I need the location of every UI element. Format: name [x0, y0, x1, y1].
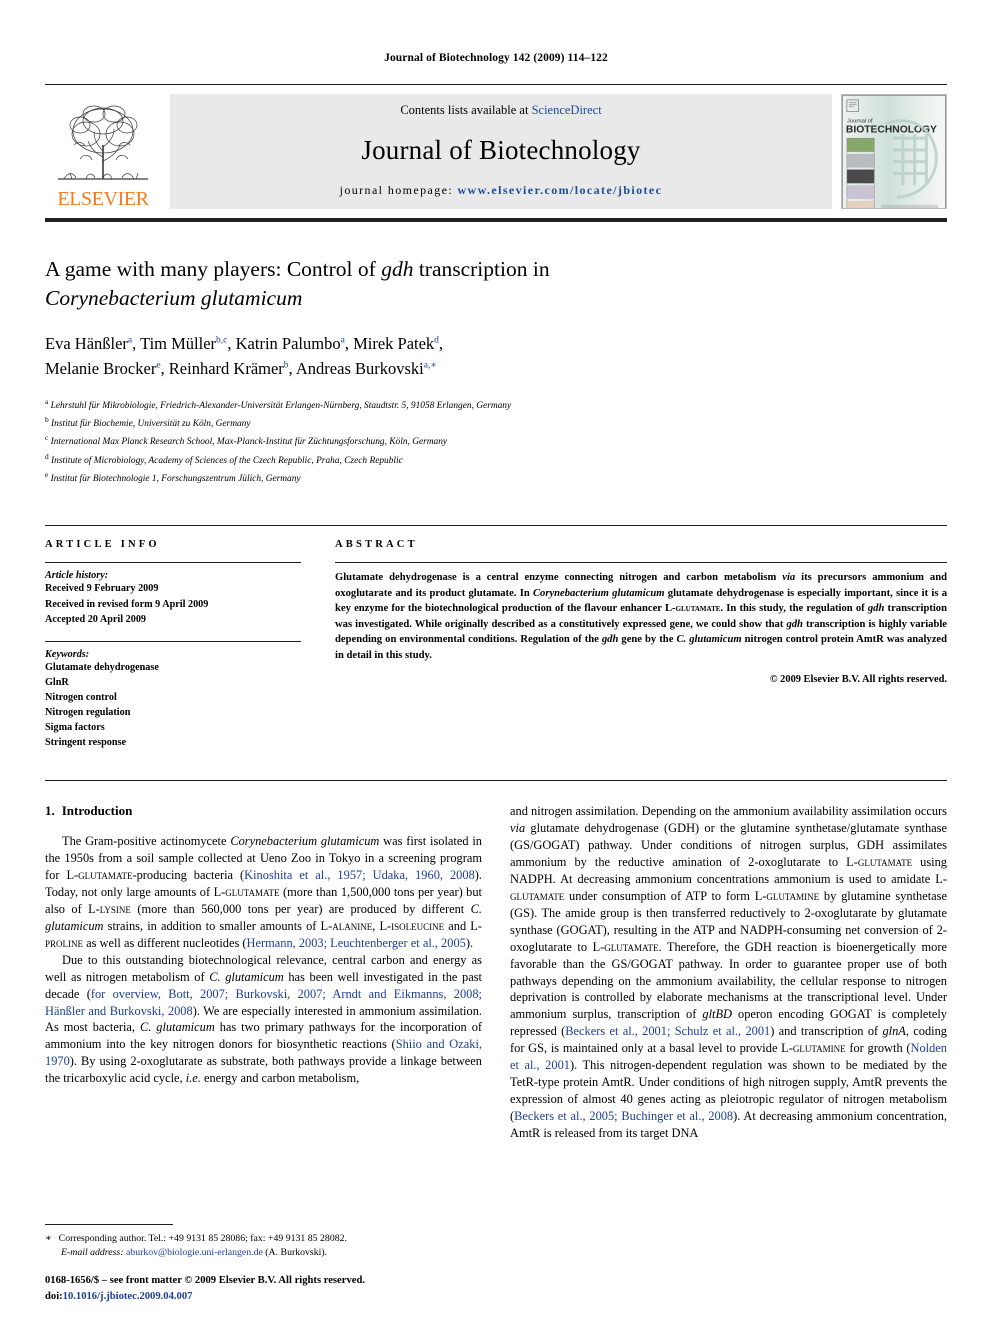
affiliation-marker: a: [45, 396, 49, 406]
affiliation-text: Lehrstuhl für Mikrobiologie, Friedrich-A…: [50, 400, 512, 411]
doi-link[interactable]: 10.1016/j.jbiotec.2009.04.007: [63, 1291, 193, 1302]
title-part-1: A game with many players: Control of: [45, 257, 382, 281]
affiliation-item: d Institute of Microbiology, Academy of …: [45, 451, 947, 469]
corresponding-author-note: ∗ Corresponding author. Tel.: +49 9131 85…: [45, 1232, 485, 1261]
footnote-rule: [45, 1223, 173, 1225]
body-region: 1. Introduction The Gram-positive actinom…: [45, 780, 947, 1141]
elsevier-wordmark: ELSEVIER: [57, 188, 149, 210]
affiliation-text: Institut für Biotechnologie 1, Forschung…: [50, 474, 301, 485]
imprint-region: 0168-1656/$ – see front matter © 2009 El…: [45, 1273, 525, 1305]
affiliation-marker: b: [45, 415, 49, 425]
section-heading-introduction: 1. Introduction: [45, 803, 482, 819]
author-list: Eva Hänßlera, Tim Müllerb,c, Katrin Palu…: [45, 332, 947, 382]
abstract-divider: [335, 562, 947, 564]
article-history-received: Received 9 February 2009: [45, 583, 159, 595]
masthead-bottom-rule: [45, 218, 947, 222]
email-label: E-mail address:: [61, 1247, 124, 1259]
article-history-label: Article history:: [45, 570, 109, 582]
article-history-accepted: Accepted 20 April 2009: [45, 613, 147, 625]
author[interactable]: Reinhard Krämerb: [169, 359, 289, 378]
keywords-label: Keywords:: [45, 648, 90, 660]
author[interactable]: Andreas Burkovskia,∗: [296, 359, 437, 378]
keyword-item: Glutamate dehydrogenase: [45, 661, 159, 673]
keyword-item: Nitrogen control: [45, 691, 117, 703]
paragraph: Due to this outstanding biotechnological…: [45, 952, 483, 1086]
doi-label: doi:: [45, 1291, 63, 1303]
corresponding-author-marker: a,∗: [423, 360, 437, 371]
issn-front-matter: 0168-1656/$ – see front matter © 2009 El…: [45, 1275, 365, 1287]
body-column-left: 1. Introduction The Gram-positive actinom…: [45, 803, 482, 1141]
abstract-column: ABSTRACT Glutamate dehydrogenase is a ce…: [335, 539, 947, 750]
title-gene-gdh: gdh: [381, 257, 414, 281]
sciencedirect-link[interactable]: ScienceDirect: [532, 103, 602, 117]
journal-homepage-line: journal homepage: www.elsevier.com/locat…: [340, 183, 663, 198]
paragraph: and nitrogen assimilation. Depending on …: [510, 804, 948, 1140]
contents-band: Contents lists available at ScienceDirec…: [170, 94, 832, 209]
keyword-item: Sigma factors: [45, 722, 105, 734]
info-divider-top: [45, 562, 301, 564]
homepage-url-link[interactable]: www.elsevier.com/locate/jbiotec: [457, 183, 662, 197]
article-info-column: ARTICLE INFO Article history: Received 9…: [45, 539, 301, 750]
section-title: Introduction: [61, 803, 133, 819]
title-part-2: transcription in: [413, 257, 550, 281]
author-affiliation-marker: b,c: [216, 335, 228, 346]
affiliation-item: c International Max Planck Research Scho…: [45, 432, 947, 450]
journal-title: Journal of Biotechnology: [361, 135, 641, 165]
affiliation-marker: d: [45, 451, 49, 461]
contents-lists-line: Contents lists available at ScienceDirec…: [400, 103, 601, 118]
affiliation-text: Institut für Biochemie, Universität zu K…: [51, 419, 251, 430]
affiliation-marker: c: [45, 433, 49, 443]
elsevier-logo: ELSEVIER: [45, 94, 161, 209]
footnote-text: Corresponding author. Tel.: +49 9131 85 …: [58, 1232, 347, 1244]
title-organism: Corynebacterium glutamicum: [45, 285, 303, 310]
author-line-1: Eva Hänßlera, Tim Müllerb,c, Katrin Palu…: [45, 334, 444, 354]
article-title: A game with many players: Control of gdh…: [45, 255, 947, 312]
author[interactable]: Mirek Patekd: [353, 334, 439, 353]
homepage-prefix: journal homepage:: [339, 183, 458, 197]
keyword-item: GlnR: [45, 676, 69, 688]
cover-artwork: Journal of BIOTECHNOLOGY: [842, 95, 946, 208]
author[interactable]: Melanie Brockere: [45, 359, 161, 378]
article-info-heading: ARTICLE INFO: [45, 539, 160, 551]
keyword-item: Stringent response: [45, 737, 127, 749]
abstract-heading: ABSTRACT: [335, 539, 418, 551]
affiliation-item: e Institut für Biotechnologie 1, Forschu…: [45, 469, 947, 487]
affiliation-text: International Max Planck Research School…: [50, 437, 448, 448]
affiliation-list: a Lehrstuhl für Mikrobiologie, Friedrich…: [45, 396, 947, 488]
footnote-region: ∗ Corresponding author. Tel.: +49 9131 85…: [45, 1223, 485, 1261]
author[interactable]: Katrin Palumboa: [236, 334, 345, 353]
section-number: 1.: [45, 803, 55, 819]
info-abstract-region: ARTICLE INFO Article history: Received 9…: [45, 525, 947, 750]
article-first-page: Journal of Biotechnology 142 (2009) 114–…: [0, 0, 992, 1323]
author-line-2: Melanie Brockere, Reinhard Krämerb, Andr…: [45, 358, 437, 378]
abstract-text: Glutamate dehydrogenase is a central enz…: [335, 572, 948, 661]
info-divider-middle: [45, 640, 301, 642]
footnote-marker: ∗: [45, 1232, 52, 1244]
affiliation-marker: e: [45, 470, 49, 480]
author[interactable]: Eva Hänßlera: [45, 334, 132, 353]
running-head: Journal of Biotechnology 142 (2009) 114–…: [384, 52, 608, 64]
doi-line: doi:10.1016/j.jbiotec.2009.04.007: [45, 1289, 525, 1305]
affiliation-item: a Lehrstuhl für Mikrobiologie, Friedrich…: [45, 396, 947, 414]
email-owner: (A. Burkovski).: [262, 1247, 328, 1259]
paragraph: The Gram-positive actinomycete Corynebac…: [45, 834, 483, 950]
body-column-right: and nitrogen assimilation. Depending on …: [510, 803, 947, 1141]
affiliation-item: b Institut für Biochemie, Universität zu…: [45, 414, 947, 432]
author[interactable]: Tim Müllerb,c: [140, 334, 227, 353]
email-link[interactable]: aburkov@biologie.uni-erlangen.de: [126, 1247, 263, 1258]
abstract-copyright: © 2009 Elsevier B.V. All rights reserved…: [769, 674, 947, 686]
journal-masthead: ELSEVIER Contents lists available at Sci…: [45, 84, 947, 209]
affiliation-text: Institute of Microbiology, Academy of Sc…: [51, 455, 403, 466]
article-history-revised: Received in revised form 9 April 2009: [45, 598, 209, 610]
keyword-item: Nitrogen regulation: [45, 707, 131, 719]
journal-cover-thumbnail: Journal of BIOTECHNOLOGY: [841, 94, 947, 209]
contents-prefix: Contents lists available at: [400, 103, 532, 117]
elsevier-tree-icon: [58, 105, 148, 180]
